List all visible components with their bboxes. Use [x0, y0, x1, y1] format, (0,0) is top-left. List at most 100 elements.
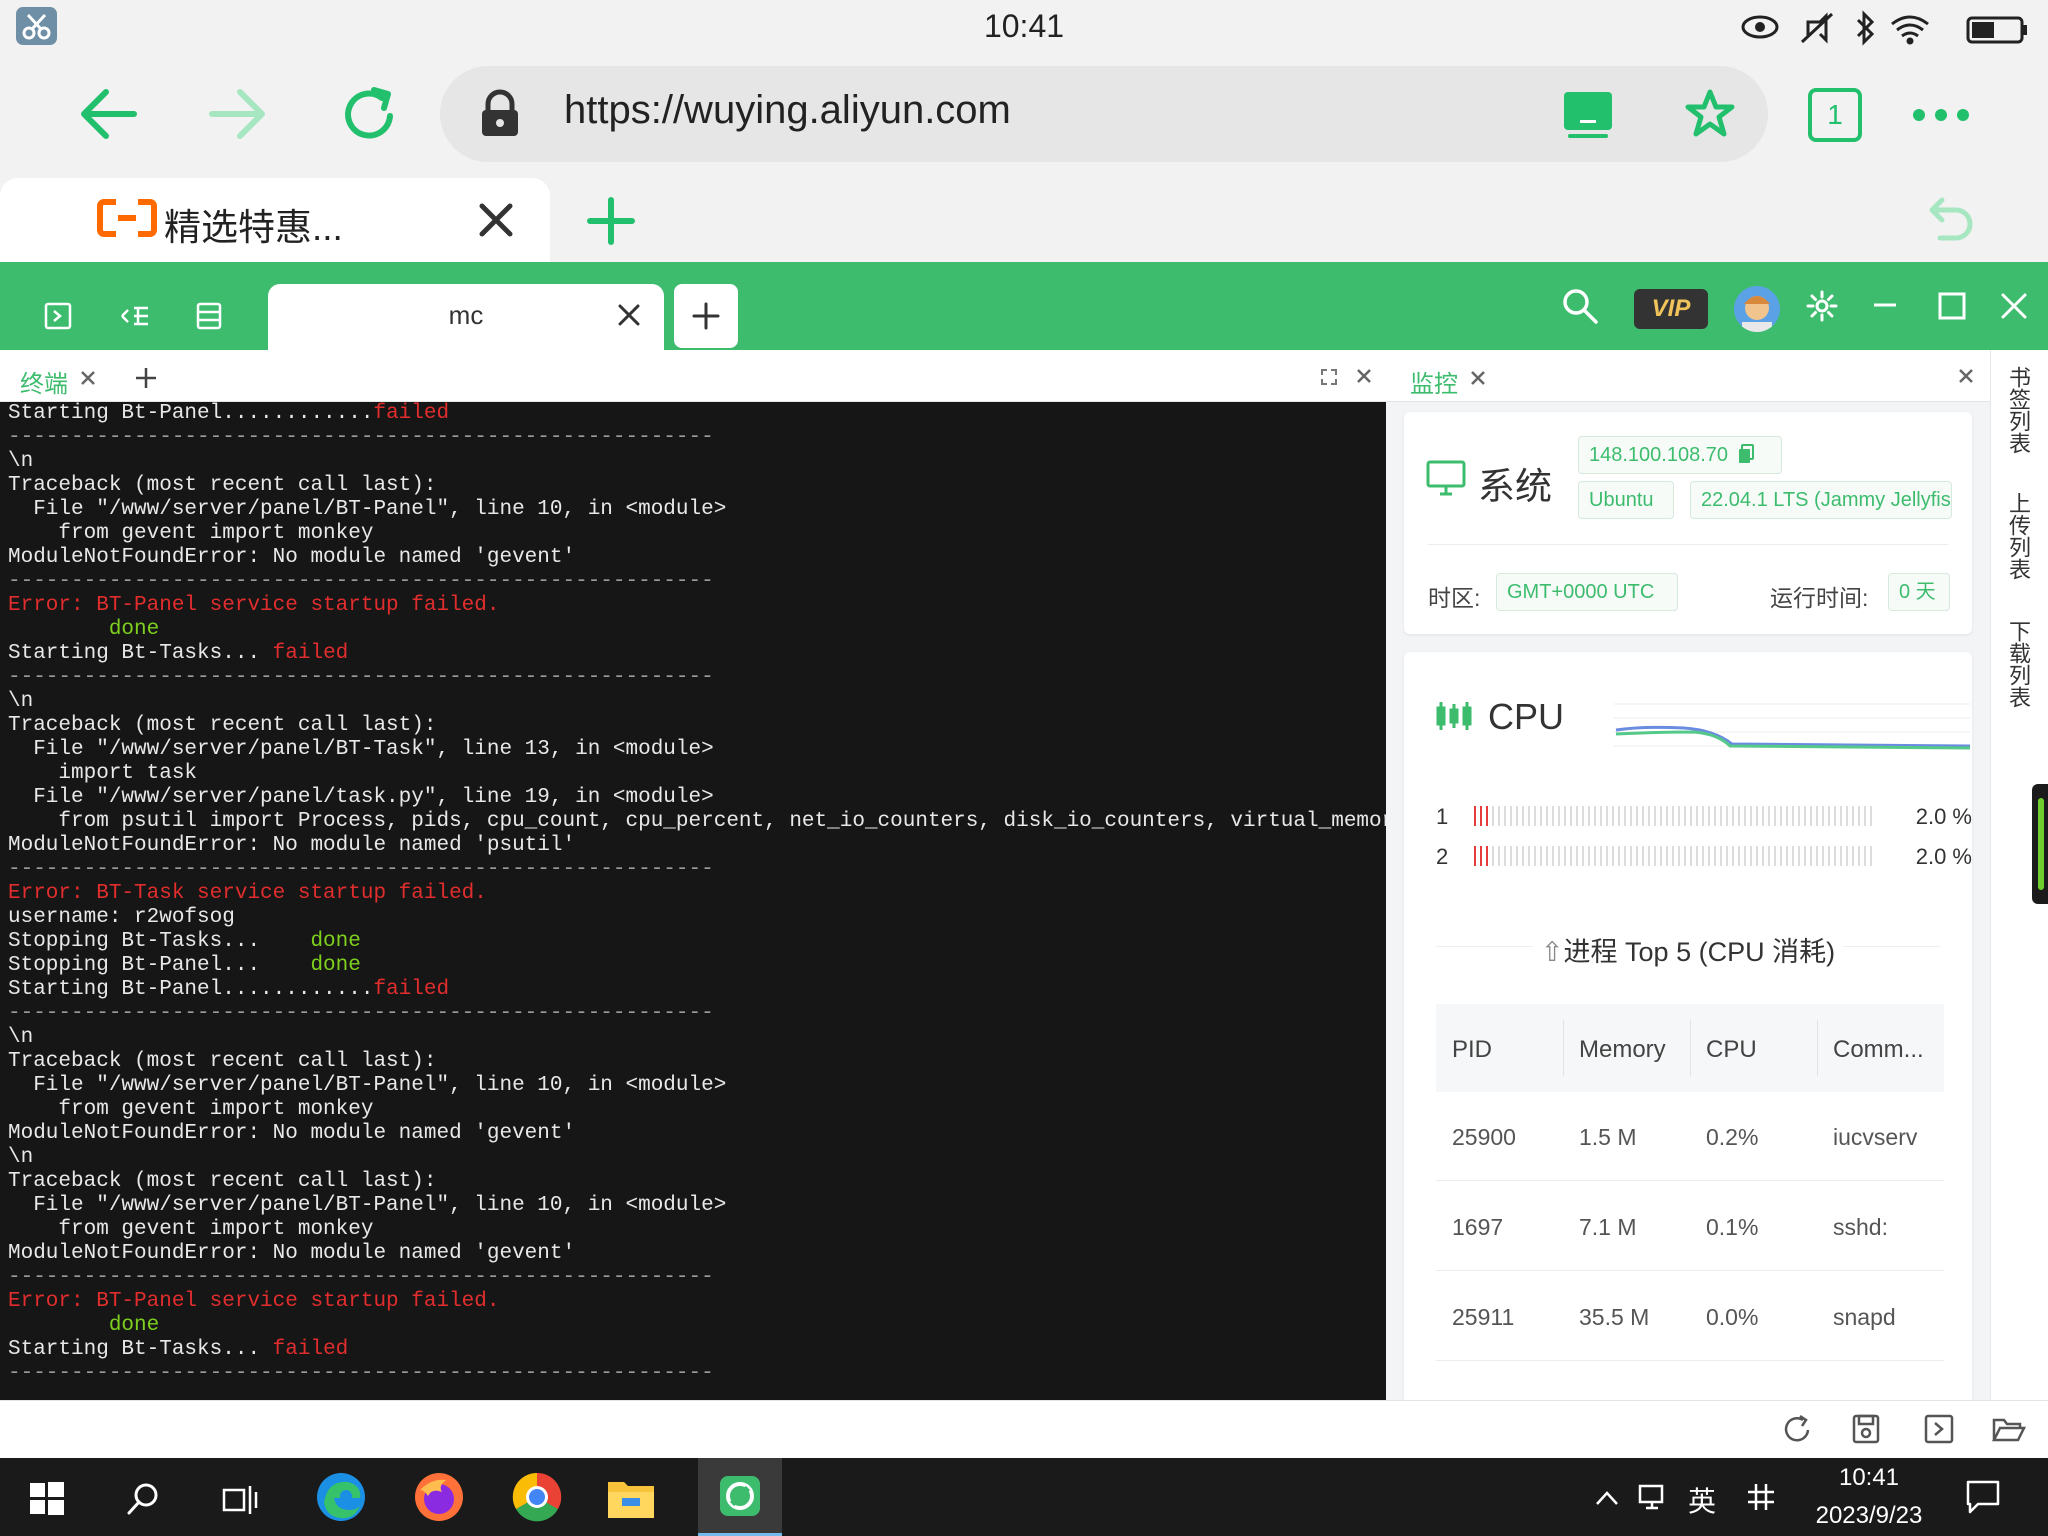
- timezone-label: 时区:: [1428, 585, 1481, 611]
- terminal-line: \n: [8, 450, 1386, 474]
- download-list-tab[interactable]: 下载列表: [2004, 620, 2034, 708]
- gear-icon[interactable]: [1806, 290, 1838, 322]
- folder-open-icon[interactable]: [1991, 1416, 2027, 1444]
- terminal-line: ----------------------------------------…: [8, 1002, 1386, 1026]
- vip-badge[interactable]: VIP: [1634, 289, 1708, 329]
- terminal-line: File "/www/server/panel/BT-Task", line 1…: [8, 738, 1386, 762]
- desktop-mode-icon[interactable]: [1562, 90, 1614, 140]
- taskbar-search-icon[interactable]: [126, 1482, 160, 1516]
- edge-browser-icon[interactable]: [314, 1470, 368, 1524]
- monitor-pane-tab[interactable]: 监控: [1410, 364, 1458, 399]
- cpu-core-id: 2: [1436, 844, 1449, 869]
- firefox-icon[interactable]: [412, 1470, 466, 1524]
- close-monitor-icon[interactable]: [1958, 368, 1974, 384]
- search-icon[interactable]: [1562, 288, 1598, 324]
- file-tree-icon[interactable]: [120, 302, 150, 330]
- table-cell: sshd:: [1833, 1214, 1888, 1240]
- terminal-output[interactable]: Starting Bt-Panel............failed -----…: [0, 402, 1386, 1400]
- close-terminal-pane-icon[interactable]: [80, 370, 96, 386]
- cpu-core-bar-fill: [1474, 846, 1488, 866]
- url-text[interactable]: https://wuying.aliyun.com: [564, 88, 1011, 133]
- eye-icon: [1741, 15, 1779, 39]
- terminal-text: failed: [373, 978, 450, 1001]
- browser-tab-title[interactable]: 精选特惠...: [164, 197, 343, 251]
- undo-icon[interactable]: [1928, 196, 1974, 242]
- column-header[interactable]: Comm...: [1833, 1036, 1924, 1064]
- terminal-text: Stopping Bt-Tasks...: [8, 930, 311, 953]
- close-window-icon[interactable]: [2000, 292, 2028, 320]
- upload-list-tab[interactable]: 上传列表: [2004, 492, 2034, 580]
- mute-icon: [1800, 12, 1834, 44]
- active-taskbar-app[interactable]: [698, 1458, 782, 1536]
- file-explorer-icon[interactable]: [606, 1474, 656, 1520]
- ime-indicator[interactable]: 英: [1688, 1480, 1716, 1520]
- terminal-line: Starting Bt-Panel............failed: [8, 402, 1386, 426]
- table-row-divider: [1436, 1180, 1944, 1181]
- close-icon[interactable]: [1356, 368, 1372, 384]
- reload-icon[interactable]: [340, 84, 400, 144]
- minimize-icon[interactable]: [1872, 298, 1898, 312]
- maximize-icon[interactable]: [1938, 292, 1966, 320]
- task-view-icon[interactable]: [222, 1482, 258, 1516]
- table-cell: snapd: [1833, 1304, 1896, 1330]
- close-session-icon[interactable]: [618, 304, 640, 326]
- network-icon[interactable]: [1638, 1484, 1674, 1512]
- column-header[interactable]: CPU: [1706, 1036, 1757, 1064]
- save-icon[interactable]: [1852, 1414, 1880, 1444]
- column-header[interactable]: Memory: [1579, 1036, 1666, 1064]
- star-icon[interactable]: [1684, 88, 1736, 140]
- terminal-text: \n: [8, 690, 34, 713]
- bottom-toolbar: [0, 1400, 2048, 1458]
- column-header[interactable]: PID: [1452, 1036, 1492, 1064]
- battery-icon: [1966, 16, 2027, 44]
- uptime-label: 运行时间:: [1770, 585, 1869, 611]
- wifi-icon: [1891, 15, 1929, 45]
- terminal-line: ----------------------------------------…: [8, 426, 1386, 450]
- terminal-icon[interactable]: [44, 302, 72, 330]
- terminal-text: failed: [373, 402, 450, 425]
- chrome-icon[interactable]: [510, 1470, 564, 1524]
- terminal-lines: Starting Bt-Panel............failed -----…: [8, 402, 1386, 1386]
- bookmark-list-tab[interactable]: 书签列表: [2004, 366, 2034, 454]
- terminal-text: ModuleNotFoundError: No module named 'ps…: [8, 834, 576, 857]
- taskbar-time[interactable]: 10:41: [1810, 1464, 1928, 1492]
- avatar[interactable]: [1734, 286, 1780, 332]
- terminal-line: File "/www/server/panel/BT-Panel", line …: [8, 1194, 1386, 1218]
- tab-count-button[interactable]: 1: [1808, 88, 1862, 142]
- ip-chip[interactable]: 148.100.108.70: [1578, 436, 1782, 474]
- more-menu-icon[interactable]: [1912, 106, 1970, 124]
- status-icons: [1741, 10, 2027, 46]
- taskbar-date[interactable]: 2023/9/23: [1800, 1502, 1938, 1530]
- taskbar: [0, 1458, 2048, 1536]
- ime-mode-icon[interactable]: [1746, 1482, 1776, 1512]
- session-tab-label[interactable]: mc: [268, 300, 664, 331]
- uptime-chip: 0 天: [1888, 573, 1950, 611]
- close-monitor-pane-icon[interactable]: [1470, 370, 1486, 386]
- terminal-text: Traceback (most recent call last):: [8, 1050, 437, 1073]
- column-separator: [1563, 1020, 1564, 1076]
- terminal-line: Traceback (most recent call last):: [8, 1050, 1386, 1074]
- open-terminal-icon[interactable]: [1924, 1414, 1954, 1444]
- fullscreen-icon[interactable]: [1320, 368, 1338, 386]
- notification-icon[interactable]: [1966, 1480, 2000, 1514]
- monitor-icon: [1426, 460, 1466, 496]
- table-cell: 0.1%: [1706, 1214, 1759, 1240]
- refresh-icon[interactable]: [1782, 1414, 1812, 1444]
- list-icon[interactable]: [196, 302, 222, 330]
- back-arrow-icon[interactable]: [78, 86, 138, 142]
- ip-address[interactable]: 148.100.108.70: [1589, 444, 1728, 466]
- copy-icon[interactable]: [1738, 444, 1754, 464]
- add-pane-icon[interactable]: [134, 366, 158, 390]
- terminal-pane-tab[interactable]: 终端: [20, 364, 68, 399]
- windows-start-icon[interactable]: [30, 1482, 64, 1516]
- tray-chevron-up-icon[interactable]: [1594, 1488, 1620, 1508]
- terminal-text: ----------------------------------------…: [8, 666, 714, 689]
- forward-arrow-icon[interactable]: [208, 86, 268, 142]
- new-session-button[interactable]: [674, 284, 738, 348]
- close-tab-icon[interactable]: [478, 202, 514, 238]
- table-cell: 7.1 M: [1579, 1214, 1637, 1240]
- terminal-text: from gevent import monkey: [8, 1218, 374, 1241]
- terminal-text: File "/www/server/panel/BT-Panel", line …: [8, 498, 727, 521]
- new-tab-icon[interactable]: [586, 196, 636, 246]
- side-drag-handle-grip: [2038, 798, 2044, 890]
